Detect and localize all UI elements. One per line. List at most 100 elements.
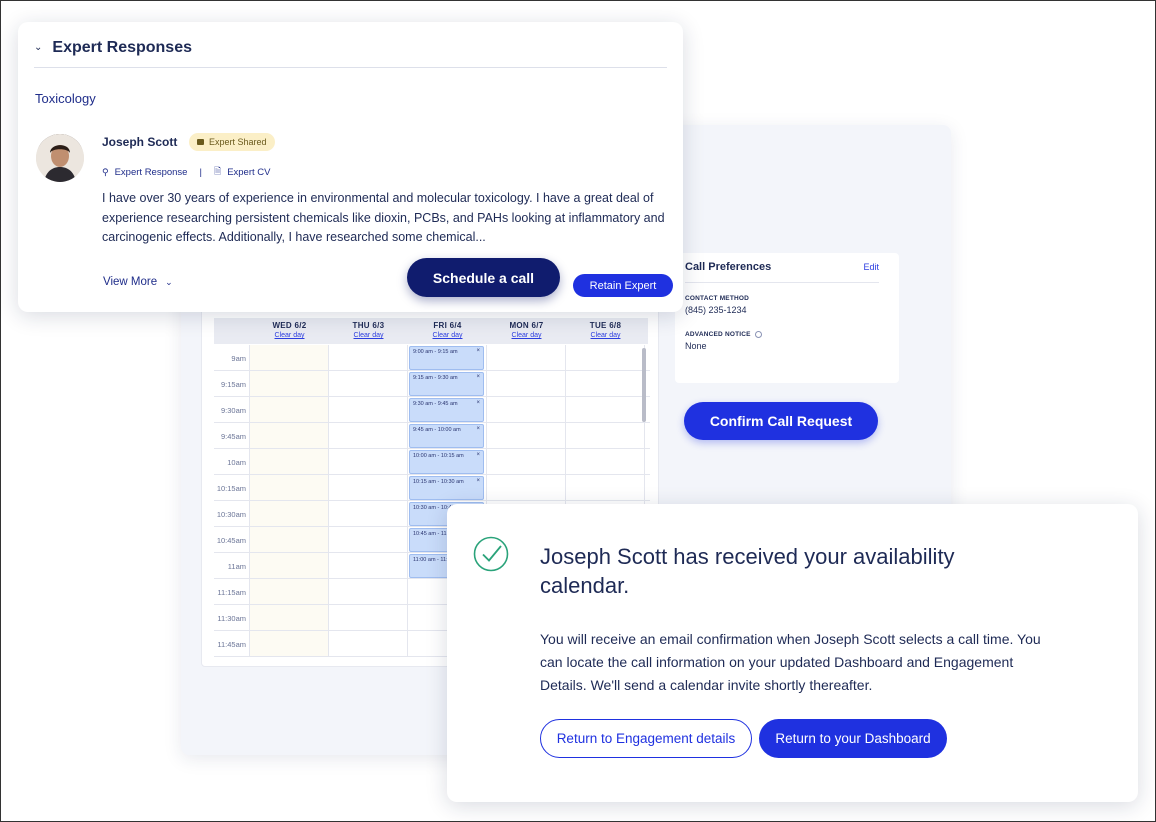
calendar-cell-tue[interactable] bbox=[566, 423, 645, 448]
calendar-cell-thu[interactable] bbox=[329, 423, 408, 448]
calendar-cell-thu[interactable] bbox=[329, 553, 408, 578]
calendar-cell-wed[interactable] bbox=[250, 371, 329, 396]
time-slot-label: 9:30 am - 9:45 am bbox=[413, 401, 458, 407]
day-label: FRI 6/4 bbox=[433, 321, 462, 330]
calendar-cell-fri[interactable]: 10:15 am - 10:30 am × bbox=[408, 475, 487, 500]
time-slot[interactable]: 10:00 am - 10:15 am × bbox=[409, 450, 484, 474]
schedule-call-button[interactable]: Schedule a call bbox=[407, 258, 560, 297]
calendar-cell-fri[interactable]: 9:00 am - 9:15 am × bbox=[408, 345, 487, 370]
calendar-cell-wed[interactable] bbox=[250, 449, 329, 474]
calendar-cell-mon[interactable] bbox=[487, 397, 566, 422]
expert-responses-card: ⌄ Expert Responses Toxicology Joseph Sco… bbox=[18, 22, 683, 312]
contact-method-label: CONTACT METHOD bbox=[685, 295, 750, 302]
calendar-cell-wed[interactable] bbox=[250, 475, 329, 500]
call-preferences-title: Call Preferences bbox=[685, 261, 772, 273]
calendar-cell-fri[interactable]: 10:00 am - 10:15 am × bbox=[408, 449, 487, 474]
calendar-cell-thu[interactable] bbox=[329, 475, 408, 500]
calendar-cell-thu[interactable] bbox=[329, 631, 408, 656]
calendar-cell-thu[interactable] bbox=[329, 579, 408, 604]
calendar-scrollbar[interactable] bbox=[642, 348, 646, 422]
calendar-cell-tue[interactable] bbox=[566, 345, 645, 370]
calendar-cell-mon[interactable] bbox=[487, 371, 566, 396]
expertise-category: Toxicology bbox=[35, 91, 96, 106]
confirm-call-request-button[interactable]: Confirm Call Request bbox=[684, 402, 878, 440]
badge-label: Expert Shared bbox=[209, 137, 267, 147]
calendar-cell-wed[interactable] bbox=[250, 527, 329, 552]
time-label: 11:30am bbox=[214, 605, 250, 630]
expert-cv-link[interactable]: Expert CV bbox=[227, 167, 270, 178]
calendar-cell-mon[interactable] bbox=[487, 449, 566, 474]
time-slot[interactable]: 9:00 am - 9:15 am × bbox=[409, 346, 484, 370]
calendar-cell-wed[interactable] bbox=[250, 605, 329, 630]
close-icon[interactable]: × bbox=[476, 478, 480, 485]
retain-expert-button[interactable]: Retain Expert bbox=[573, 274, 673, 297]
expert-shared-badge: Expert Shared bbox=[189, 133, 275, 151]
calendar-cell-mon[interactable] bbox=[487, 475, 566, 500]
calendar-cell-thu[interactable] bbox=[329, 605, 408, 630]
time-slot[interactable]: 9:45 am - 10:00 am × bbox=[409, 424, 484, 448]
info-icon[interactable] bbox=[754, 331, 762, 338]
view-more-toggle[interactable]: View More ⌄ bbox=[103, 276, 173, 288]
calendar-row: 9:15am 9:15 am - 9:30 am × bbox=[214, 371, 650, 397]
time-slot[interactable]: 10:15 am - 10:30 am × bbox=[409, 476, 484, 500]
calendar-cell-fri[interactable]: 9:30 am - 9:45 am × bbox=[408, 397, 487, 422]
close-icon[interactable]: × bbox=[476, 452, 480, 459]
close-icon[interactable]: × bbox=[476, 374, 480, 381]
return-dashboard-button[interactable]: Return to your Dashboard bbox=[759, 719, 947, 758]
calendar-cell-thu[interactable] bbox=[329, 527, 408, 552]
close-icon[interactable]: × bbox=[476, 348, 480, 355]
calendar-cell-thu[interactable] bbox=[329, 449, 408, 474]
expert-bio: I have over 30 years of experience in en… bbox=[102, 191, 665, 244]
advanced-notice-value: None bbox=[685, 341, 707, 352]
clear-day-link[interactable]: Clear day bbox=[487, 332, 566, 339]
clear-day-link[interactable]: Clear day bbox=[329, 332, 408, 339]
calendar-cell-wed[interactable] bbox=[250, 345, 329, 370]
document-icon: 🗎 bbox=[213, 166, 222, 176]
calendar-cell-thu[interactable] bbox=[329, 501, 408, 526]
calendar-cell-wed[interactable] bbox=[250, 579, 329, 604]
clear-day-link[interactable]: Clear day bbox=[408, 332, 487, 339]
time-slot-label: 9:00 am - 9:15 am bbox=[413, 349, 458, 355]
calendar-cell-wed[interactable] bbox=[250, 631, 329, 656]
edit-preferences-link[interactable]: Edit bbox=[863, 262, 879, 272]
calendar-cell-wed[interactable] bbox=[250, 423, 329, 448]
close-icon[interactable]: × bbox=[476, 400, 480, 407]
calendar-cell-mon[interactable] bbox=[487, 423, 566, 448]
expert-name[interactable]: Joseph Scott bbox=[102, 135, 177, 149]
return-engagement-button[interactable]: Return to Engagement details bbox=[540, 719, 752, 758]
clear-day-link[interactable]: Clear day bbox=[250, 332, 329, 339]
advanced-notice-row: ADVANCED NOTICE bbox=[685, 331, 889, 338]
time-slot[interactable]: 9:30 am - 9:45 am × bbox=[409, 398, 484, 422]
contact-method-value: (845) 235-1234 bbox=[685, 305, 747, 315]
calendar-cell-fri[interactable]: 9:45 am - 10:00 am × bbox=[408, 423, 487, 448]
calendar-cell-fri[interactable]: 9:15 am - 9:30 am × bbox=[408, 371, 487, 396]
calendar-cell-thu[interactable] bbox=[329, 345, 408, 370]
expert-links: ⚲ Expert Response | 🗎 Expert CV bbox=[102, 164, 270, 180]
chevron-down-icon: ⌄ bbox=[165, 277, 173, 287]
time-slot[interactable]: 9:15 am - 9:30 am × bbox=[409, 372, 484, 396]
check-circle-icon bbox=[473, 536, 509, 572]
calendar-cell-wed[interactable] bbox=[250, 397, 329, 422]
calendar-cell-wed[interactable] bbox=[250, 553, 329, 578]
calendar-cell-thu[interactable] bbox=[329, 397, 408, 422]
time-label: 11:45am bbox=[214, 631, 250, 656]
calendar-cell-tue[interactable] bbox=[566, 449, 645, 474]
advanced-notice-label: ADVANCED NOTICE bbox=[685, 331, 751, 339]
calendar-cell-tue[interactable] bbox=[566, 397, 645, 422]
time-label: 11:15am bbox=[214, 579, 250, 604]
expert-responses-header[interactable]: ⌄ Expert Responses bbox=[34, 34, 667, 68]
calendar-cell-tue[interactable] bbox=[566, 475, 645, 500]
calendar-cell-tue[interactable] bbox=[566, 371, 645, 396]
calendar-cell-mon[interactable] bbox=[487, 345, 566, 370]
expert-response-link[interactable]: Expert Response bbox=[115, 167, 188, 178]
calendar-cell-wed[interactable] bbox=[250, 501, 329, 526]
clear-day-link[interactable]: Clear day bbox=[566, 332, 645, 339]
time-label: 10am bbox=[214, 449, 250, 474]
calendar-row: 10:15am 10:15 am - 10:30 am × bbox=[214, 475, 650, 501]
avatar bbox=[36, 134, 84, 182]
chevron-down-icon[interactable]: ⌄ bbox=[34, 42, 42, 53]
time-label: 10:45am bbox=[214, 527, 250, 552]
call-preferences-card: Call Preferences Edit CONTACT METHOD (84… bbox=[675, 253, 899, 383]
close-icon[interactable]: × bbox=[476, 426, 480, 433]
calendar-cell-thu[interactable] bbox=[329, 371, 408, 396]
